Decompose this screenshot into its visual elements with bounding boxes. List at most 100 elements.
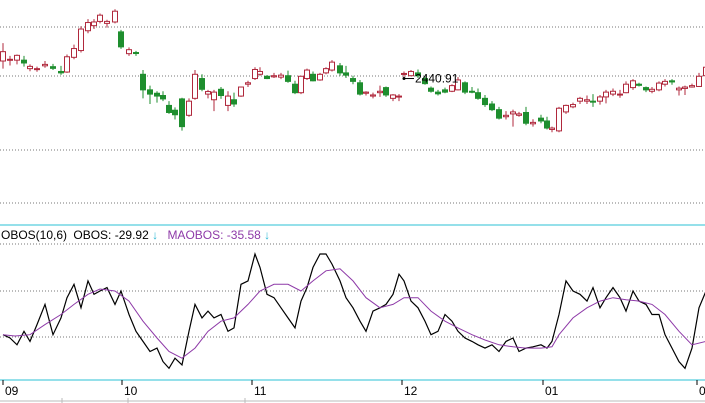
x-tick-label: 11 [254,384,267,398]
candle [85,19,91,34]
candle [186,98,192,117]
candle [160,91,166,102]
candle [357,79,363,96]
candlestick-series [0,9,705,133]
candle [556,106,562,133]
candle [58,65,64,75]
candle [696,72,702,88]
candle [549,126,555,133]
candle [271,72,277,78]
candle [285,70,291,83]
candle [42,61,48,68]
candle [636,82,642,87]
candle [343,65,349,78]
candle [278,72,284,80]
indicator-name: OBOS(10,6) [1,228,68,242]
candle [428,86,434,93]
candle [7,55,13,66]
candle [577,96,583,104]
x-axis: 09 10 11 12 01 0 [0,380,705,403]
candle [510,109,516,127]
candle [496,106,502,120]
min-price-label: 2440.91 [415,72,459,86]
candle [126,47,132,56]
price-grid [0,26,705,204]
candle [71,44,77,60]
candle [329,60,335,72]
candle [323,67,329,75]
indicator-grid [0,243,705,338]
candle [91,19,97,30]
candle [133,50,139,56]
candle [112,9,118,24]
candle [538,114,544,124]
candle [231,92,237,107]
candle [435,89,441,96]
candle [516,111,522,117]
candle [383,86,389,97]
candle [563,104,569,114]
candle [140,70,146,99]
candle [462,81,468,95]
candle [570,102,576,109]
candle [179,97,185,131]
candle [245,80,251,88]
candle [610,88,616,97]
down-arrow-icon: ↓ [148,228,159,242]
candle [304,68,310,80]
candle [617,89,623,98]
candle [689,83,695,88]
candle [530,119,536,127]
candle [257,67,263,76]
candle [317,72,323,81]
candle [390,94,396,102]
candle [238,86,244,97]
candle [469,87,475,94]
stock-chart: 2440.91 09 10 11 12 01 0 [0,9,705,403]
candle [298,75,304,95]
candle [34,66,40,72]
candle [166,101,172,114]
candle [503,111,509,120]
candle [377,85,383,97]
candle [147,85,153,104]
candle [370,92,376,99]
obos-lines [2,252,705,370]
candle [630,79,636,90]
candle [205,89,211,99]
maobos-legend: MAOBOS: -35.58 [167,228,261,242]
candle [211,89,217,112]
candle [682,85,688,95]
candle [225,91,231,112]
candle [676,86,682,96]
candle [64,54,70,73]
candle [50,63,56,71]
candle [396,94,402,102]
candle [590,94,596,107]
candle [584,95,590,104]
down-arrow-icon: ↓ [260,228,271,242]
candle [104,19,110,28]
candle [482,94,488,107]
candle [544,116,550,130]
candle [14,54,20,65]
x-tick-label: 12 [404,384,418,398]
candle [192,70,198,100]
candle [656,81,662,92]
candle [623,81,629,94]
candle [0,43,6,69]
x-tick-label: 0 [699,384,705,398]
candle [597,94,603,105]
candle [252,67,258,80]
indicator-title: OBOS(10,6) OBOS: -29.92 ↓ MAOBOS: -35.58… [1,228,270,242]
maobos-line [2,268,705,359]
candle [97,13,103,24]
obos-legend: OBOS: -29.92 [73,228,149,242]
candle [475,88,481,100]
candle [523,106,529,126]
candle [669,79,675,85]
candle [172,107,178,120]
candle [78,26,84,53]
candle [21,55,27,67]
x-tick-label: 09 [5,384,19,398]
